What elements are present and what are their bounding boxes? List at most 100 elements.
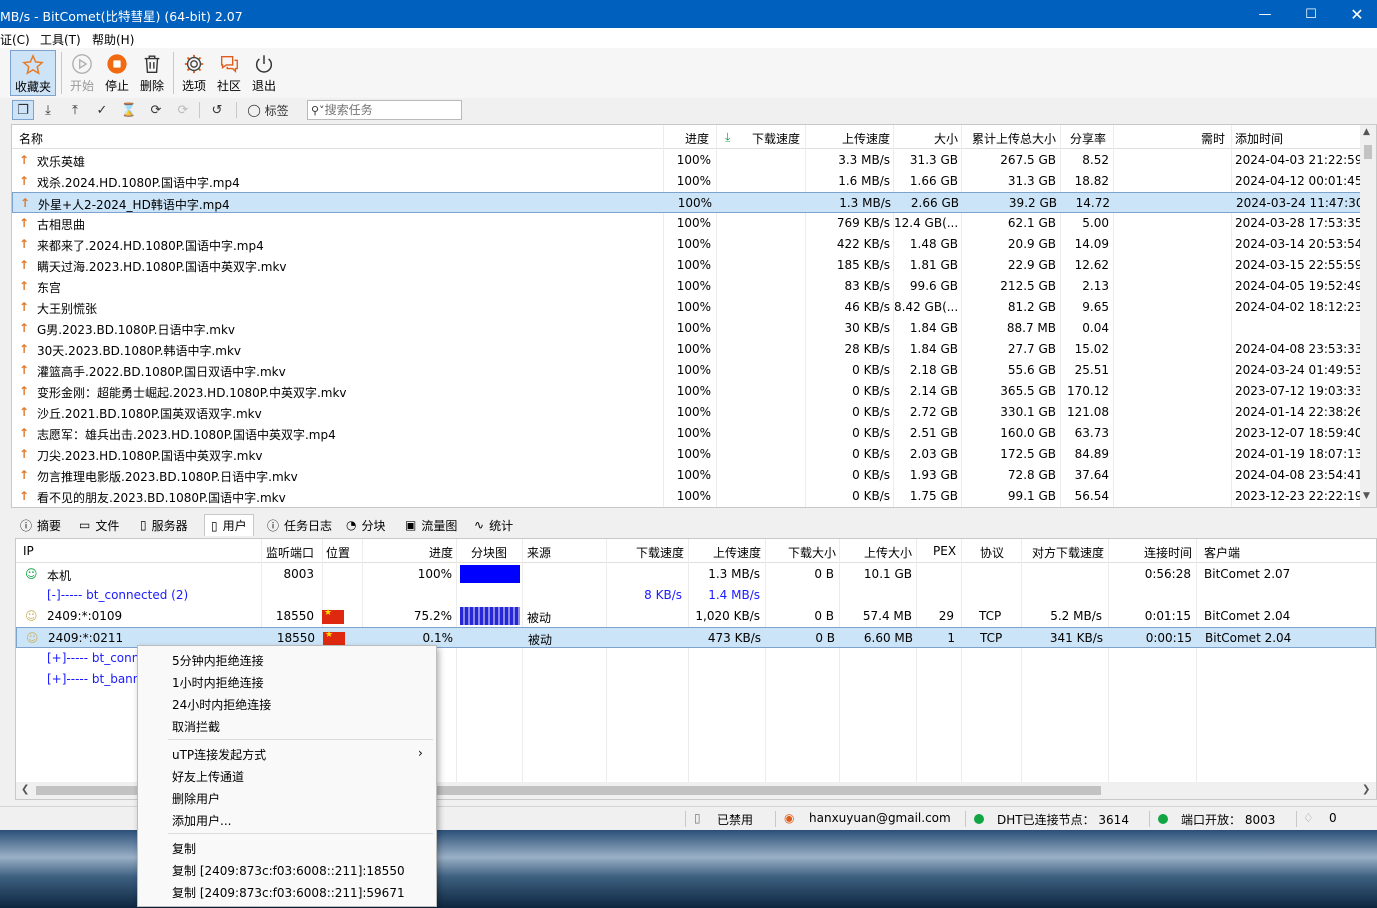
peer-row[interactable]: ☺ 本机 8003 100% 1.3 MB/s 0 B 10.1 GB 0:56:28 BitC…	[16, 564, 1376, 585]
table-row[interactable]: ↑ 戏杀.2024.HD.1080P.国语中字.mp4 100% 1.6 MB/s 1.…	[12, 171, 1362, 192]
table-row[interactable]: ↑ 外星+人2-2024_HD韩语中字.mp4 100% 1.3 MB/s 2.66 G…	[12, 192, 1363, 213]
vertical-scrollbar[interactable]: ▲ ▼	[1360, 125, 1376, 507]
delete-button[interactable]: 删除	[136, 50, 168, 96]
table-row[interactable]: ↑ 欢乐英雄 100% 3.3 MB/s 31.3 GB 267.5 GB 8.52 2024…	[12, 150, 1362, 171]
menu-item[interactable]: 帮助(H)	[92, 31, 134, 48]
column-header-progress[interactable]: 进度	[429, 544, 453, 561]
refresh-icon[interactable]: ⟳	[145, 100, 167, 120]
column-header-added[interactable]: 添加时间	[1235, 130, 1283, 147]
table-row[interactable]: ↑ 志愿军：雄兵出击.2023.HD.1080P.国语中英双字.mp4 100% 0 …	[12, 423, 1362, 444]
menu-item[interactable]: 工具(T)	[40, 31, 81, 48]
menu-item[interactable]: 证(C)	[0, 31, 30, 48]
context-menu-item[interactable]: 5分钟内拒绝连接	[172, 652, 264, 669]
table-row[interactable]: ↑ 看不见的朋友.2023.BD.1080P.国语中字.mkv 100% 0 KB/s…	[12, 486, 1362, 507]
column-header-down-speed[interactable]: 下载速度	[636, 544, 684, 561]
account-email[interactable]: hanxuyuan@gmail.com	[809, 811, 951, 825]
column-header-protocol[interactable]: 协议	[980, 544, 1004, 561]
column-header-ratio[interactable]: 分享率	[1070, 130, 1106, 147]
column-header-up-speed[interactable]: 上传速度	[713, 544, 761, 561]
table-row[interactable]: ↑ 沙丘.2021.BD.1080P.国英双语双字.mkv 100% 0 KB/s 2.…	[12, 402, 1362, 423]
scroll-up-icon[interactable]: ▲	[1363, 127, 1370, 137]
search-box[interactable]: ⚲˅	[307, 100, 462, 120]
context-menu-item[interactable]: 复制 [2409:873c:f03:6008::211]:18550	[172, 862, 405, 879]
stop-button[interactable]: 停止	[101, 50, 133, 96]
table-row[interactable]: ↑ 30天.2023.BD.1080P.韩语中字.mkv 100% 28 KB/s 1.…	[12, 339, 1362, 360]
minimize-button[interactable]: —	[1242, 0, 1288, 28]
tab-7[interactable]: ▣ 流量图	[399, 514, 463, 536]
tab-6[interactable]: ◔ 分块	[340, 514, 392, 536]
column-header-progress[interactable]: 进度	[685, 130, 709, 147]
table-row[interactable]: ↑ 刀尖.2023.HD.1080P.国语中英双字.mkv 100% 0 KB/s 2.…	[12, 444, 1362, 465]
column-header-size[interactable]: 大小	[934, 130, 958, 147]
table-row[interactable]: ↑ 灌篮高手.2022.BD.1080P.国日双语中字.mkv 100% 0 KB/s…	[12, 360, 1362, 381]
context-menu-item[interactable]: 24小时内拒绝连接	[172, 696, 271, 713]
table-row[interactable]: ↑ 瞒天过海.2023.HD.1080P.国语中英双字.mkv 100% 185 KB…	[12, 255, 1362, 276]
phone-icon: ▯	[694, 811, 701, 825]
tab-8[interactable]: ∿ 统计	[468, 514, 519, 536]
column-header-pex[interactable]: PEX	[933, 544, 956, 558]
column-header-up-speed[interactable]: 上传速度	[842, 130, 890, 147]
disabled-refresh-icon[interactable]: ⟳	[172, 100, 194, 120]
start-button[interactable]: 开始	[66, 50, 98, 96]
column-header-down-speed[interactable]: 下载速度	[752, 130, 800, 147]
history-icon[interactable]: ↺	[206, 100, 228, 120]
favorites-button[interactable]: 收藏夹	[10, 50, 56, 96]
peer-up-size: 6.60 MB	[863, 631, 913, 645]
context-menu-item[interactable]: 复制	[172, 840, 196, 857]
exit-button[interactable]: 退出	[248, 50, 280, 96]
column-header-pieces[interactable]: 分块图	[471, 544, 507, 561]
copy-icon[interactable]: ❐	[12, 100, 34, 120]
maximize-button[interactable]: ☐	[1288, 0, 1334, 28]
column-header-name[interactable]: 名称	[19, 130, 43, 147]
column-header-down-size[interactable]: 下载大小	[788, 544, 836, 561]
table-row[interactable]: ↑ G男.2023.BD.1080P.日语中字.mkv 100% 30 KB/s 1.8…	[12, 318, 1362, 339]
column-header-location[interactable]: 位置	[326, 544, 350, 561]
context-menu-item[interactable]: 好友上传通道	[172, 768, 244, 785]
column-header-port[interactable]: 监听端口	[266, 544, 314, 561]
scroll-left-icon[interactable]: ❮	[21, 784, 29, 795]
download-icon[interactable]: ⤓	[37, 100, 59, 120]
table-row[interactable]: ↑ 变形金刚：超能勇士崛起.2023.HD.1080P.中英双字.mkv 100% 0…	[12, 381, 1362, 402]
hourglass-icon[interactable]: ⌛	[118, 100, 140, 120]
scroll-right-icon[interactable]: ❯	[1362, 784, 1370, 795]
peer-group-row[interactable]: [-]----- bt_connected (2) 8 KB/s 1.4 MB/s	[16, 585, 1376, 606]
tab-3[interactable]: ▯ 服务器	[134, 514, 194, 536]
bell-icon[interactable]: ♢	[1303, 811, 1314, 825]
tab-4[interactable]: ▯ 用户	[204, 514, 254, 536]
table-row[interactable]: ↑ 古相思曲 100% 769 KB/s 12.4 GB(... 62.1 GB 5.00 2…	[12, 213, 1362, 234]
table-row[interactable]: ↑ 东宫 100% 83 KB/s 99.6 GB 212.5 GB 2.13 2024-04…	[12, 276, 1362, 297]
tab-5[interactable]: ⓘ 任务日志	[261, 514, 338, 536]
column-header-total-upload[interactable]: 累计上传总大小	[972, 130, 1056, 147]
context-menu-item[interactable]: 1小时内拒绝连接	[172, 674, 264, 691]
column-header-client[interactable]: 客户端	[1204, 544, 1240, 561]
context-menu-item[interactable]: 删除用户	[172, 790, 220, 807]
context-menu-item[interactable]: 添加用户...	[172, 812, 231, 829]
context-menu-item[interactable]: uTP连接发起方式	[172, 746, 266, 763]
close-button[interactable]: ✕	[1334, 0, 1377, 28]
column-header-conn-time[interactable]: 连接时间	[1144, 544, 1192, 561]
tab-2[interactable]: ▭ 文件	[73, 514, 125, 536]
tab-1[interactable]: ⓘ 摘要	[14, 514, 67, 536]
column-header-remote-down[interactable]: 对方下载速度	[1032, 544, 1104, 561]
options-button[interactable]: 选项	[178, 50, 210, 96]
column-header-time-needed[interactable]: 需时	[1201, 130, 1225, 147]
upload-icon[interactable]: ⤒	[64, 100, 86, 120]
peer-row[interactable]: ☺ 2409:*:0109 18550 75.2% 被动 1,020 KB/s 0 B 57.…	[16, 606, 1376, 627]
context-menu-item[interactable]: 复制 [2409:873c:f03:6008::211]:59671	[172, 884, 405, 901]
check-icon[interactable]: ✓	[91, 100, 113, 120]
table-row[interactable]: ↑ 勿言推理电影版.2023.BD.1080P.日语中字.mkv 100% 0 KB/…	[12, 465, 1362, 486]
column-header-ip[interactable]: IP	[23, 544, 34, 558]
scroll-down-icon[interactable]: ▼	[1363, 491, 1370, 501]
table-row[interactable]: ↑ 大王别慌张 100% 46 KB/s 8.42 GB(... 81.2 GB 9.65 2…	[12, 297, 1362, 318]
column-header-up-size[interactable]: 上传大小	[864, 544, 912, 561]
torrent-progress: 100%	[676, 153, 711, 167]
search-input[interactable]	[324, 103, 440, 117]
torrent-size: 31.3 GB	[909, 153, 958, 167]
community-button[interactable]: 社区	[213, 50, 245, 96]
column-header-source[interactable]: 来源	[527, 544, 551, 561]
torrent-name: 刀尖.2023.HD.1080P.国语中英双字.mkv	[37, 449, 263, 463]
table-row[interactable]: ↑ 来都来了.2024.HD.1080P.国语中字.mp4 100% 422 KB/s…	[12, 234, 1362, 255]
tag-button[interactable]: ◯ 标签	[243, 100, 293, 120]
torrent-total-up: 365.5 GB	[1000, 384, 1056, 398]
context-menu-item[interactable]: 取消拦截	[172, 718, 220, 735]
